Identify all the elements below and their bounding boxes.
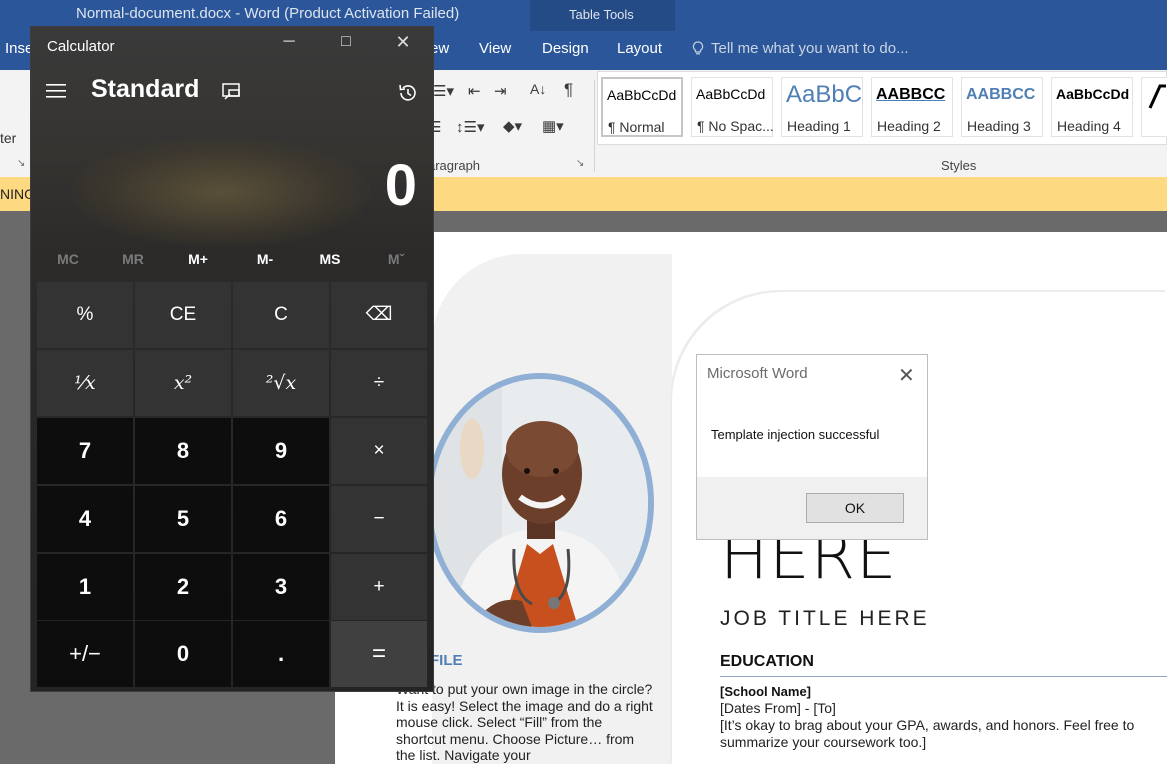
calculator-title: Calculator — [47, 38, 115, 55]
school-name: [School Name] — [720, 684, 812, 699]
shading-icon[interactable]: ◆▾ — [503, 117, 522, 135]
ribbon-separator — [594, 80, 595, 172]
increase-indent-icon[interactable]: ⇥ — [494, 82, 507, 100]
paragraph-group-label: aragraph — [428, 158, 481, 173]
digit-5-button[interactable]: 5 — [135, 486, 231, 552]
digit-4-button[interactable]: 4 — [37, 486, 133, 552]
calculator-mode: Standard — [91, 75, 200, 103]
line-spacing-icon[interactable]: ↕☰▾ — [456, 118, 484, 136]
profile-text: Want to put your own image in the circle… — [396, 681, 653, 763]
borders-icon[interactable]: ▦▾ — [542, 117, 564, 135]
decimal-button[interactable]: . — [233, 621, 329, 687]
calculator-window: Calculator ─ □ ✕ Standard 0 MC MR M+ M- … — [31, 27, 433, 691]
style-sample: AaBbC — [786, 81, 862, 108]
ok-button[interactable]: OK — [806, 493, 904, 523]
history-icon[interactable] — [397, 82, 419, 104]
word-window-title: Normal-document.docx - Word (Product Act… — [76, 5, 460, 22]
education-heading: EDUCATION — [720, 653, 814, 670]
maximize-icon[interactable]: □ — [326, 33, 366, 51]
doctor-portrait-image — [432, 379, 648, 627]
percent-button[interactable]: % — [37, 282, 133, 348]
style-heading-2[interactable]: AABBCC Heading 2 — [871, 77, 953, 137]
table-tools-label: Table Tools — [569, 7, 634, 22]
ribbon-fragment-label: ter — [0, 130, 17, 146]
profile-photo[interactable] — [432, 379, 648, 627]
dialog-message: Template injection successful — [711, 427, 880, 442]
clear-button[interactable]: C — [233, 282, 329, 348]
dialog-close-icon[interactable]: ✕ — [898, 363, 915, 388]
tab-view[interactable]: View — [479, 40, 511, 57]
tab-insert[interactable]: Inse — [5, 40, 33, 57]
education-divider — [720, 676, 1167, 677]
equals-button[interactable]: = — [331, 621, 427, 687]
dialog-title: Microsoft Word — [707, 365, 808, 382]
clear-entry-button[interactable]: CE — [135, 282, 231, 348]
lightbulb-icon — [692, 41, 704, 55]
education-details: [It’s okay to brag about your GPA, award… — [720, 717, 1135, 750]
digit-1-button[interactable]: 1 — [37, 554, 133, 620]
hamburger-menu-icon[interactable] — [46, 83, 68, 99]
square-button[interactable]: x² — [135, 350, 231, 416]
sort-icon[interactable]: A↓ — [530, 81, 546, 97]
style-sample: AABBCC — [876, 86, 946, 103]
memory-clear-button[interactable]: MC — [48, 251, 88, 267]
close-icon[interactable]: ✕ — [383, 32, 423, 53]
keep-on-top-icon[interactable] — [222, 83, 242, 101]
digit-6-button[interactable]: 6 — [233, 486, 329, 552]
paragraph-launcher-icon[interactable]: ↘ — [576, 158, 584, 169]
education-dates: [Dates From] - [To] — [720, 700, 836, 716]
calculator-display: 0 — [384, 153, 417, 218]
square-root-button[interactable]: ²√x — [233, 350, 329, 416]
style-sample: AaBbCcDd — [1056, 86, 1130, 102]
tab-layout[interactable]: Layout — [617, 40, 662, 57]
digit-9-button[interactable]: 9 — [233, 418, 329, 484]
style-name: Heading 3 — [967, 118, 1031, 134]
show-formatting-icon[interactable]: ¶ — [564, 80, 573, 100]
digit-2-button[interactable]: 2 — [135, 554, 231, 620]
style-heading-3[interactable]: AABBCC Heading 3 — [961, 77, 1043, 137]
add-button[interactable]: + — [331, 554, 427, 620]
tell-me-search[interactable]: Tell me what you want to do... — [711, 40, 909, 57]
memory-subtract-button[interactable]: M- — [245, 251, 285, 267]
digit-7-button[interactable]: 7 — [37, 418, 133, 484]
style-normal[interactable]: AaBbCcDd ¶ Normal — [601, 77, 683, 137]
style-sample: AaBbCcDd — [696, 86, 766, 102]
style-name: Heading 4 — [1057, 118, 1121, 134]
multiply-button[interactable]: × — [331, 418, 427, 484]
negate-button[interactable]: +/− — [37, 621, 133, 687]
memory-store-button[interactable]: MS — [310, 251, 350, 267]
job-title: JOB TITLE HERE — [720, 607, 930, 630]
backspace-icon: ⌫ — [365, 304, 393, 325]
digit-0-button[interactable]: 0 — [135, 621, 231, 687]
style-name: Heading 2 — [877, 118, 941, 134]
subtract-button[interactable]: − — [331, 486, 427, 552]
reciprocal-button[interactable]: ⅟x — [37, 350, 133, 416]
style-heading-1[interactable]: AaBbC Heading 1 — [781, 77, 863, 137]
backspace-button[interactable]: ⌫ — [331, 282, 427, 348]
microsoft-word-dialog: Microsoft Word ✕ Template injection succ… — [696, 354, 928, 540]
style-name: ¶ Normal — [608, 119, 665, 135]
minimize-icon[interactable]: ─ — [269, 33, 309, 51]
style-no-spacing[interactable]: AaBbCcDd ¶ No Spac... — [691, 77, 773, 137]
memory-add-button[interactable]: M+ — [178, 251, 218, 267]
digit-3-button[interactable]: 3 — [233, 554, 329, 620]
style-name: Heading 1 — [787, 118, 851, 134]
multilevel-list-icon[interactable]: ☰▾ — [433, 82, 454, 100]
digit-8-button[interactable]: 8 — [135, 418, 231, 484]
memory-recall-button[interactable]: MR — [113, 251, 153, 267]
style-title-glyph-icon — [1148, 84, 1166, 109]
dialog-launcher-icon[interactable]: ↘ — [17, 158, 25, 169]
style-sample: AaBbCcDd — [607, 87, 677, 103]
memory-list-button[interactable]: Mˇ — [376, 251, 416, 267]
decrease-indent-icon[interactable]: ⇤ — [468, 82, 481, 100]
style-name: ¶ No Spac... — [697, 118, 773, 134]
divide-button[interactable]: ÷ — [331, 350, 427, 416]
tab-design[interactable]: Design — [542, 40, 589, 57]
styles-group-label: Styles — [941, 158, 977, 173]
style-title[interactable] — [1141, 77, 1167, 137]
style-heading-4[interactable]: AaBbCcDd Heading 4 — [1051, 77, 1133, 137]
style-sample: AABBCC — [966, 86, 1036, 103]
warning-label: NING — [0, 186, 35, 202]
profile-heading: FILE — [430, 652, 463, 669]
